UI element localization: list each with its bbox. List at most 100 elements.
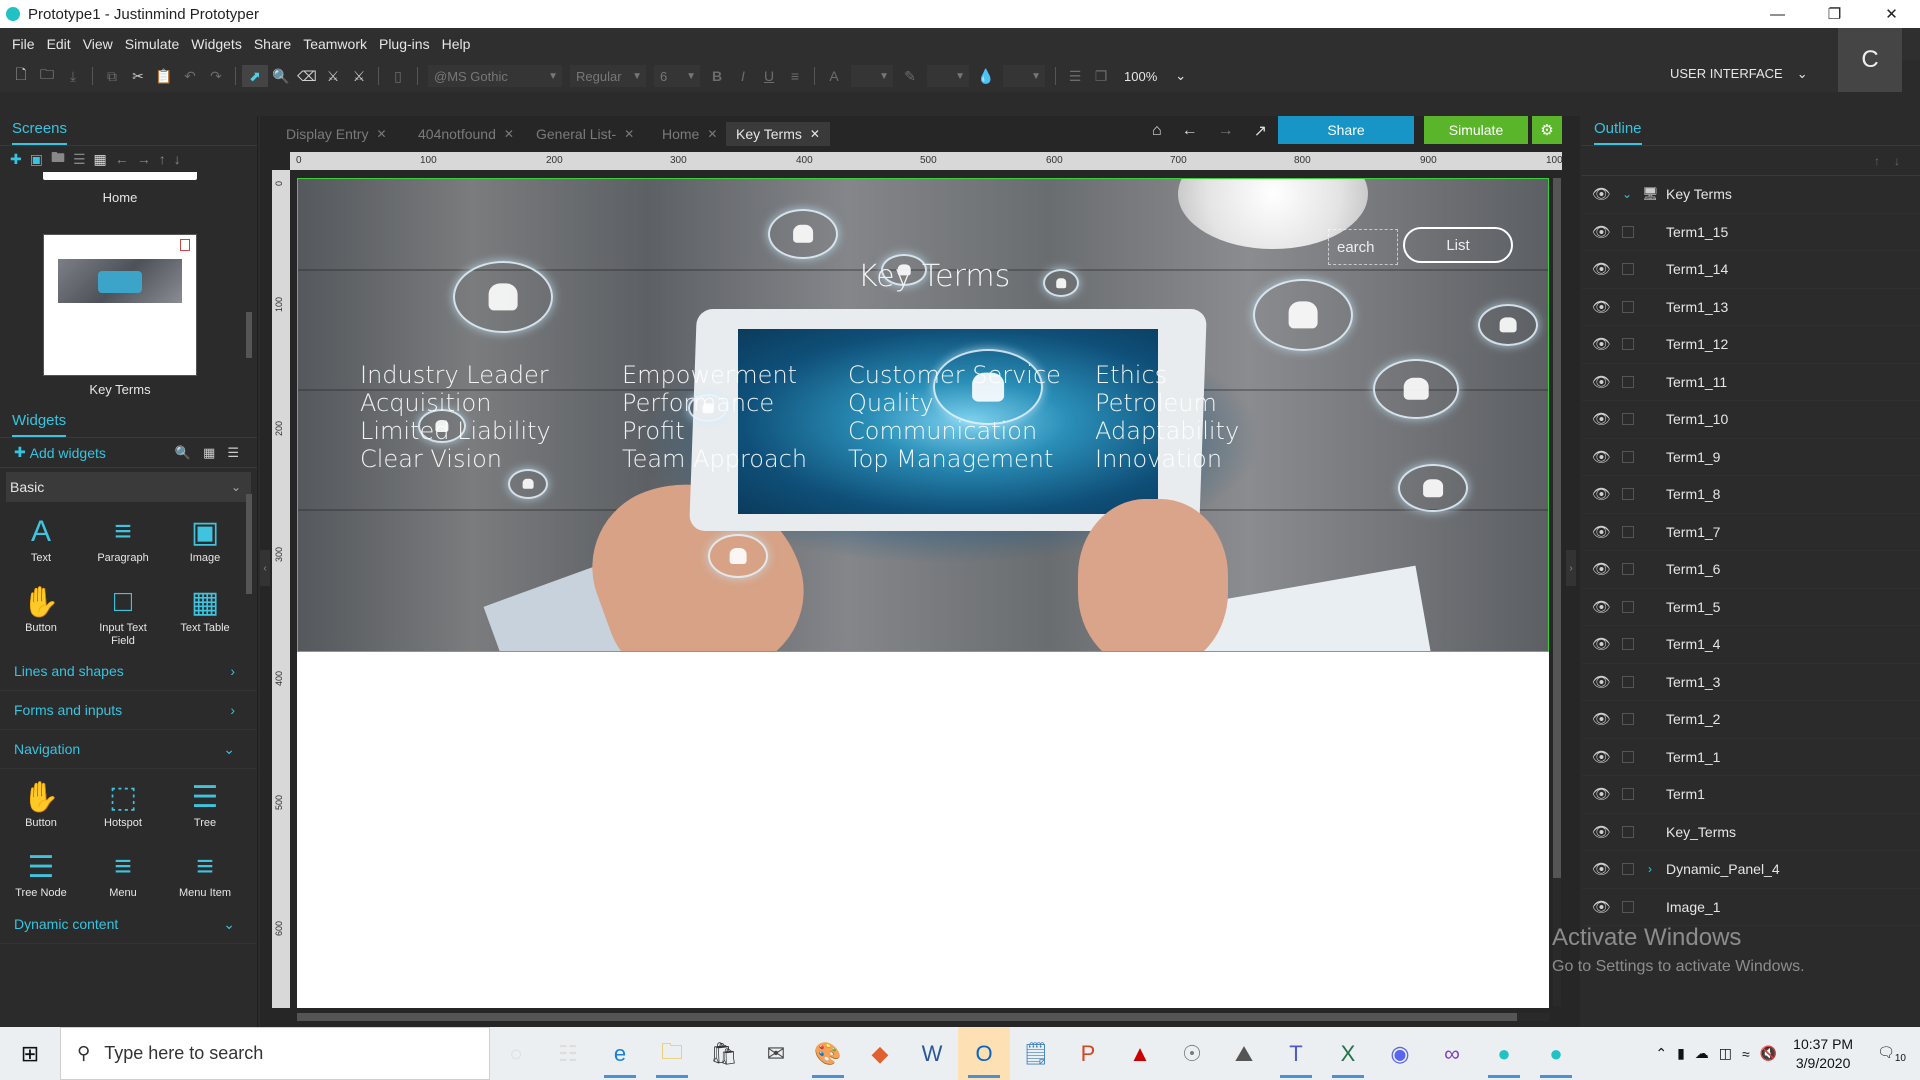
outline-item[interactable]: 👁 Term1_14 xyxy=(1582,251,1920,289)
widget-library-select[interactable]: Basic ⌄ xyxy=(6,472,251,502)
visibility-eye-icon[interactable]: 👁 xyxy=(1592,260,1611,278)
close-tab-icon[interactable]: ✕ xyxy=(376,127,386,141)
visibility-eye-icon[interactable]: 👁 xyxy=(1592,448,1611,466)
photos-icon[interactable]: ⛰ xyxy=(1218,1027,1270,1080)
border-color-icon[interactable]: ✎ xyxy=(897,65,923,87)
menu-plugins[interactable]: Plug-ins xyxy=(379,36,430,52)
widget-nav-button[interactable]: ✋ Button xyxy=(0,777,82,847)
folder-icon[interactable]: 🖿 xyxy=(51,147,65,171)
outline-item[interactable]: 👁 Term1_13 xyxy=(1582,289,1920,326)
font-style-select[interactable]: Regular ▼ xyxy=(570,65,646,87)
paint-icon[interactable]: 🎨 xyxy=(802,1027,854,1080)
term-text[interactable]: Performance xyxy=(622,389,807,417)
outline-item[interactable]: 👁 Term1_15 xyxy=(1582,214,1920,251)
align-icon[interactable]: ≡ xyxy=(782,65,808,87)
close-icon[interactable]: ✕ xyxy=(1863,0,1920,28)
term-text[interactable]: Limited Liability xyxy=(360,417,551,445)
grid-view-icon[interactable]: ▦ xyxy=(94,151,107,168)
lock-checkbox[interactable] xyxy=(1622,375,1634,388)
visibility-eye-icon[interactable]: 👁 xyxy=(1592,598,1611,616)
bold-icon[interactable]: B xyxy=(704,65,730,87)
widget-paragraph[interactable]: ≡ Paragraph xyxy=(82,512,164,582)
widgets-tab[interactable]: Widgets xyxy=(12,412,67,437)
lock-checkbox[interactable] xyxy=(1622,338,1634,351)
lock-checkbox[interactable] xyxy=(1622,525,1634,538)
visibility-eye-icon[interactable]: 👁 xyxy=(1592,223,1611,241)
simulate-button[interactable]: Simulate xyxy=(1424,116,1528,144)
expand-icon[interactable]: ↗ xyxy=(1254,121,1267,141)
save-icon[interactable]: ⤓ xyxy=(60,65,86,87)
menu-teamwork[interactable]: Teamwork xyxy=(303,36,367,52)
visibility-eye-icon[interactable]: 👁 xyxy=(1592,635,1611,653)
visibility-eye-icon[interactable]: 👁 xyxy=(1592,410,1611,428)
outline-item[interactable]: 👁 Term1_11 xyxy=(1582,364,1920,401)
term-text[interactable]: Adaptability xyxy=(1095,417,1239,445)
widget-button[interactable]: ✋ Button xyxy=(0,582,82,652)
search-icon[interactable]: 🔍 xyxy=(175,445,191,461)
widget-menu[interactable]: ≡ Menu xyxy=(82,847,164,917)
lock-checkbox[interactable] xyxy=(1622,300,1634,313)
network-icon[interactable]: ◫ xyxy=(1719,1045,1732,1062)
screens-tab[interactable]: Screens xyxy=(12,120,68,145)
move-up-icon[interactable]: ↑ xyxy=(1874,154,1880,168)
outline-item[interactable]: 👁 Term1_12 xyxy=(1582,326,1920,364)
minimize-icon[interactable]: — xyxy=(1749,0,1806,28)
list-view-icon[interactable]: ☰ xyxy=(73,151,86,168)
powerpoint-icon[interactable]: P xyxy=(1062,1027,1114,1080)
notepad-icon[interactable]: 🗒 xyxy=(1010,1027,1062,1080)
canvas-horizontal-scroll-thumb[interactable] xyxy=(297,1013,1517,1021)
screen-thumbnail-key-terms[interactable] xyxy=(43,234,197,376)
visibility-eye-icon[interactable]: 👁 xyxy=(1592,485,1611,503)
term-text[interactable]: Empowerment xyxy=(622,361,807,389)
widget-text[interactable]: A Text xyxy=(0,512,82,582)
align-objects-icon[interactable]: ☰ xyxy=(1062,65,1088,87)
widgets-scroll-thumb[interactable] xyxy=(246,494,252,594)
italic-icon[interactable]: I xyxy=(730,65,756,87)
close-tab-icon[interactable]: ✕ xyxy=(810,127,820,141)
tab-key-terms[interactable]: Key Terms ✕ xyxy=(726,122,830,146)
canvas-vertical-scroll-thumb[interactable] xyxy=(1553,178,1561,878)
lock-checkbox[interactable] xyxy=(1622,450,1634,463)
term-text[interactable]: Team Approach xyxy=(622,445,807,473)
term-text[interactable]: Petroleum xyxy=(1095,389,1239,417)
screen-thumbnail-home[interactable] xyxy=(43,172,197,180)
underline-icon[interactable]: U xyxy=(756,65,782,87)
cortana-icon[interactable]: ○ xyxy=(490,1027,542,1080)
font-size-select[interactable]: 6 ▼ xyxy=(654,65,700,87)
mobile-icon[interactable]: ▯ xyxy=(385,65,411,87)
outline-item[interactable]: 👁 Image_1 xyxy=(1582,889,1920,926)
simulate-settings-gear-icon[interactable]: ⚙ xyxy=(1532,116,1562,144)
perspective-select[interactable]: USER INTERFACE ⌄ xyxy=(1670,66,1808,82)
widget-hotspot[interactable]: ⬚ Hotspot xyxy=(82,777,164,847)
visibility-eye-icon[interactable]: 👁 xyxy=(1592,860,1611,878)
outline-item-key-terms-screen[interactable]: 👁 ⌄ 🖥 Key Terms xyxy=(1582,176,1920,214)
outline-item[interactable]: 👁 Term1 xyxy=(1582,776,1920,814)
term-text[interactable]: Ethics xyxy=(1095,361,1239,389)
widget-tree[interactable]: ☰ Tree xyxy=(164,777,246,847)
grid-view-icon[interactable]: ▦ xyxy=(203,445,215,461)
menu-widgets[interactable]: Widgets xyxy=(191,36,242,52)
chevron-right-icon[interactable]: › xyxy=(1648,862,1652,876)
visibility-eye-icon[interactable]: 👁 xyxy=(1592,335,1611,353)
text-color-select[interactable]: ▼ xyxy=(851,65,893,87)
lock-checkbox[interactable] xyxy=(1622,788,1634,801)
chevron-up-icon[interactable]: ⌃ xyxy=(1655,1045,1667,1062)
menu-file[interactable]: File xyxy=(12,36,35,52)
term-text[interactable]: Industry Leader xyxy=(360,361,551,389)
widget-input-text-field[interactable]: □ Input Text Field xyxy=(82,582,164,652)
visibility-eye-icon[interactable]: 👁 xyxy=(1592,560,1611,578)
forward-icon[interactable]: → xyxy=(1218,122,1234,140)
outline-item[interactable]: 👁 Term1_9 xyxy=(1582,439,1920,476)
lock-checkbox[interactable] xyxy=(1622,263,1634,276)
teams-icon[interactable]: T xyxy=(1270,1027,1322,1080)
outline-item[interactable]: 👁 Term1_7 xyxy=(1582,514,1920,551)
collapse-left-panel-icon[interactable]: ‹ xyxy=(260,550,270,586)
lock-checkbox[interactable] xyxy=(1622,563,1634,576)
windows-start-icon[interactable]: ⊞ xyxy=(0,1027,60,1080)
visibility-eye-icon[interactable]: 👁 xyxy=(1592,373,1611,391)
outline-item-dynamic-panel[interactable]: 👁 › Dynamic_Panel_4 xyxy=(1582,851,1920,889)
lock-checkbox[interactable] xyxy=(1622,600,1634,613)
search-field[interactable]: earch xyxy=(1328,229,1398,265)
add-image-screen-icon[interactable]: ▣ xyxy=(30,151,43,168)
wifi-icon[interactable]: ≈ xyxy=(1742,1046,1750,1062)
